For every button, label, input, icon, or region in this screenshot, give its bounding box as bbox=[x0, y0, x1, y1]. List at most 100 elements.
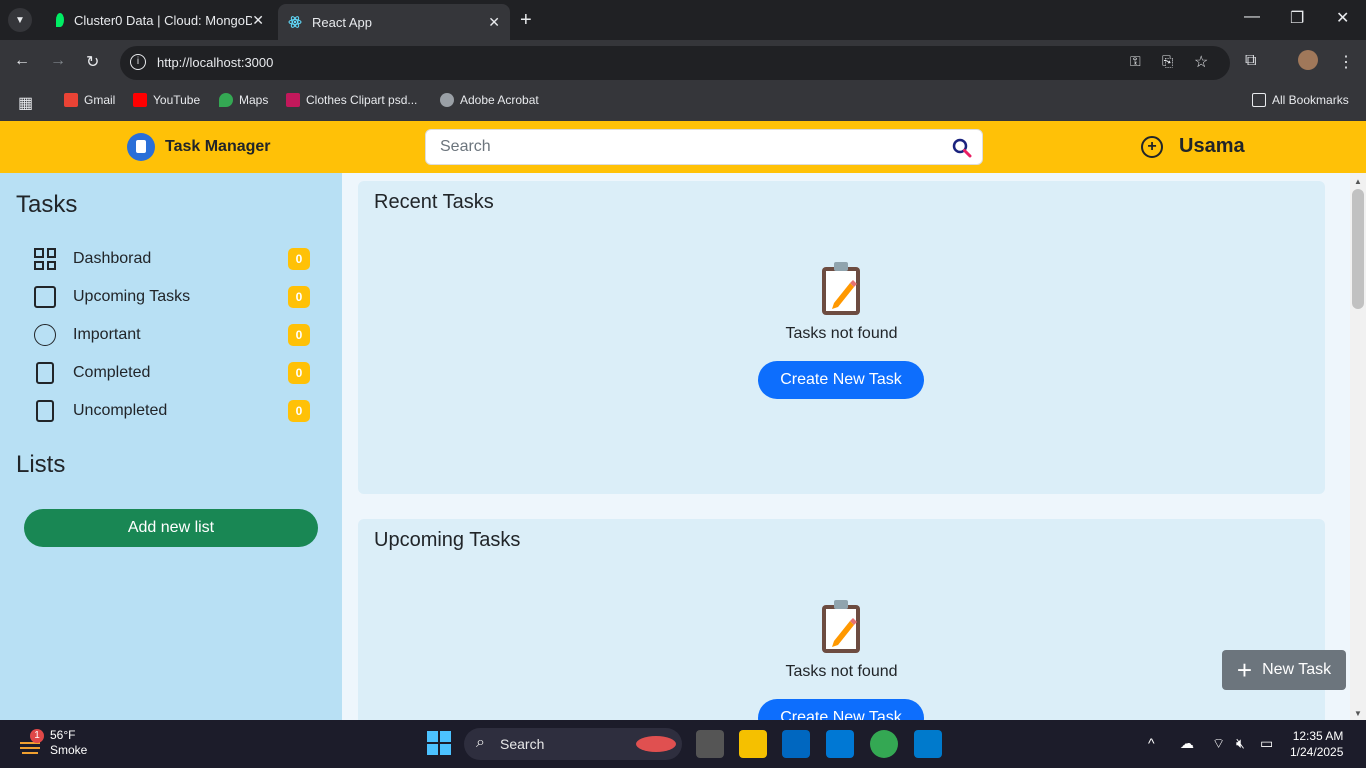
chrome-icon[interactable] bbox=[870, 730, 898, 758]
microsoft-store-icon[interactable] bbox=[782, 730, 810, 758]
weather-widget[interactable]: 1 56°F Smoke bbox=[18, 728, 87, 758]
brand[interactable]: Task Manager bbox=[127, 133, 271, 161]
new-tab-icon[interactable]: + bbox=[520, 8, 532, 32]
section-title: Upcoming Tasks bbox=[374, 529, 521, 551]
bookmark-youtube[interactable]: YouTube bbox=[133, 93, 200, 107]
upcoming-tasks-card: Upcoming Tasks Tasks not found Create Ne… bbox=[358, 519, 1325, 720]
tab-title: React App bbox=[312, 14, 372, 30]
bookmark-label: YouTube bbox=[153, 93, 201, 107]
back-icon[interactable]: ← bbox=[14, 52, 30, 70]
globe-icon bbox=[440, 93, 454, 107]
bookmark-clothes-clipart[interactable]: Clothes Clipart psd... bbox=[286, 93, 417, 107]
show-hidden-icons-chevron-icon[interactable]: ^ bbox=[1148, 735, 1155, 751]
clipboard-x-icon bbox=[36, 400, 54, 422]
search-icon[interactable] bbox=[952, 138, 972, 163]
sidebar-item-completed[interactable]: Completed 0 bbox=[34, 360, 310, 386]
site-info-icon[interactable]: i bbox=[130, 54, 146, 70]
bookmark-adobe-acrobat[interactable]: Adobe Acrobat bbox=[440, 93, 539, 107]
apps-grid-icon[interactable]: ▦ bbox=[18, 93, 33, 113]
create-new-task-button[interactable]: Create New Task bbox=[758, 699, 924, 720]
vscode-icon[interactable] bbox=[914, 730, 942, 758]
close-window-icon[interactable]: ✕ bbox=[1336, 8, 1349, 28]
scrollbar[interactable]: ▲ ▼ bbox=[1350, 173, 1366, 720]
important-clock-icon bbox=[34, 324, 56, 346]
main-content: Recent Tasks Tasks not found Create New … bbox=[342, 173, 1350, 720]
sidebar-item-label: Upcoming Tasks bbox=[73, 288, 191, 305]
browser-tab-strip: ▼ Cluster0 Data | Cloud: MongoDB ✕ React… bbox=[0, 0, 1366, 40]
sidebar-item-label: Important bbox=[73, 326, 141, 343]
profile-avatar[interactable] bbox=[1298, 50, 1318, 70]
calendar-clock-icon bbox=[34, 286, 56, 308]
browser-toolbar: ← → ↻ i http://localhost:3000 ⚿ ⎘ ☆ ⧉ ⋮ bbox=[0, 40, 1366, 85]
search-input[interactable] bbox=[440, 138, 940, 156]
weather-temp: 56°F bbox=[50, 728, 76, 742]
clipboard-pencil-icon bbox=[820, 599, 862, 655]
search-box bbox=[425, 129, 983, 165]
password-key-icon[interactable]: ⚿ bbox=[1130, 53, 1141, 70]
sidebar-item-dashboard[interactable]: Dashborad 0 bbox=[34, 246, 310, 272]
close-tab-icon[interactable]: ✕ bbox=[488, 14, 500, 31]
mongodb-leaf-icon bbox=[56, 13, 64, 27]
sidebar: Tasks Dashborad 0 Upcoming Tasks 0 Impor… bbox=[0, 173, 342, 720]
maps-pin-icon bbox=[219, 93, 233, 107]
all-bookmarks[interactable]: All Bookmarks bbox=[1252, 93, 1349, 107]
taskbar-search[interactable]: ⌕ Search bbox=[464, 728, 682, 760]
sidebar-item-label: Dashborad bbox=[73, 250, 152, 267]
task-view-icon[interactable] bbox=[696, 730, 724, 758]
bookmark-gmail[interactable]: Gmail bbox=[64, 93, 115, 107]
plus-icon: + bbox=[1236, 655, 1253, 685]
notification-badge: 1 bbox=[30, 729, 44, 743]
gmail-icon bbox=[64, 93, 78, 107]
outlook-icon[interactable] bbox=[826, 730, 854, 758]
create-new-task-button[interactable]: Create New Task bbox=[758, 361, 924, 399]
scroll-up-icon[interactable]: ▲ bbox=[1354, 177, 1362, 186]
add-circle-icon[interactable]: + bbox=[1141, 135, 1163, 158]
windows-taskbar: 1 56°F Smoke ⌕ Search ^ ☁ ⌔ 🔇︎ ▭ 12:35 A… bbox=[0, 720, 1366, 768]
count-badge: 0 bbox=[288, 400, 310, 422]
windows-start-icon[interactable] bbox=[426, 730, 454, 758]
count-badge: 0 bbox=[288, 248, 310, 270]
youtube-icon bbox=[133, 93, 147, 107]
folder-icon bbox=[1252, 93, 1266, 107]
bookmark-maps[interactable]: Maps bbox=[219, 93, 268, 107]
brand-title: Task Manager bbox=[165, 138, 271, 155]
bookmark-label: All Bookmarks bbox=[1272, 93, 1349, 107]
empty-message: Tasks not found bbox=[785, 325, 898, 342]
scrollbar-thumb[interactable] bbox=[1352, 189, 1364, 309]
search-icon: ⌕ bbox=[476, 734, 485, 751]
bookmark-label: Clothes Clipart psd... bbox=[306, 93, 418, 107]
bookmark-star-icon[interactable]: ☆ bbox=[1194, 52, 1208, 72]
scroll-down-icon[interactable]: ▼ bbox=[1354, 709, 1362, 718]
username: Usama bbox=[1179, 135, 1245, 157]
clipboard-check-icon bbox=[36, 362, 54, 384]
restore-icon[interactable]: ❐ bbox=[1290, 8, 1304, 28]
extensions-icon[interactable]: ⧉ bbox=[1245, 52, 1256, 70]
minimize-icon[interactable]: — bbox=[1244, 8, 1260, 26]
sidebar-item-important[interactable]: Important 0 bbox=[34, 322, 310, 348]
react-logo-icon bbox=[288, 15, 302, 29]
user-menu[interactable]: + Usama bbox=[1141, 135, 1245, 158]
forward-icon[interactable]: → bbox=[50, 52, 66, 70]
close-tab-icon[interactable]: ✕ bbox=[252, 12, 264, 29]
add-new-list-button[interactable]: Add new list bbox=[24, 509, 318, 547]
clipboard-pencil-icon bbox=[820, 261, 862, 317]
tab-search-chevron-icon[interactable]: ▼ bbox=[8, 8, 32, 32]
address-bar[interactable]: i http://localhost:3000 ⚿ ⎘ ☆ bbox=[120, 46, 1230, 80]
new-task-button[interactable]: + New Task bbox=[1222, 650, 1346, 690]
tab-mongodb[interactable]: Cluster0 Data | Cloud: MongoDB ✕ bbox=[42, 6, 274, 34]
onedrive-cloud-icon[interactable]: ☁ bbox=[1180, 735, 1194, 752]
clock[interactable]: 12:35 AM 1/24/2025 bbox=[1290, 728, 1343, 760]
clipart-icon bbox=[286, 93, 300, 107]
battery-icon[interactable]: ▭ bbox=[1260, 735, 1273, 752]
bookmark-label: Maps bbox=[239, 93, 269, 107]
install-app-icon[interactable]: ⎘ bbox=[1162, 53, 1173, 70]
reload-icon[interactable]: ↻ bbox=[86, 52, 99, 72]
menu-kebab-icon[interactable]: ⋮ bbox=[1338, 52, 1354, 72]
tab-react-app[interactable]: React App ✕ bbox=[278, 4, 510, 40]
sidebar-item-upcoming[interactable]: Upcoming Tasks 0 bbox=[34, 284, 310, 310]
sidebar-item-label: Uncompleted bbox=[73, 402, 168, 419]
volume-muted-icon[interactable]: 🔇︎ bbox=[1236, 735, 1245, 752]
sidebar-item-uncompleted[interactable]: Uncompleted 0 bbox=[34, 398, 310, 424]
file-explorer-icon[interactable] bbox=[739, 730, 767, 758]
wifi-icon[interactable]: ⌔ bbox=[1212, 735, 1225, 753]
